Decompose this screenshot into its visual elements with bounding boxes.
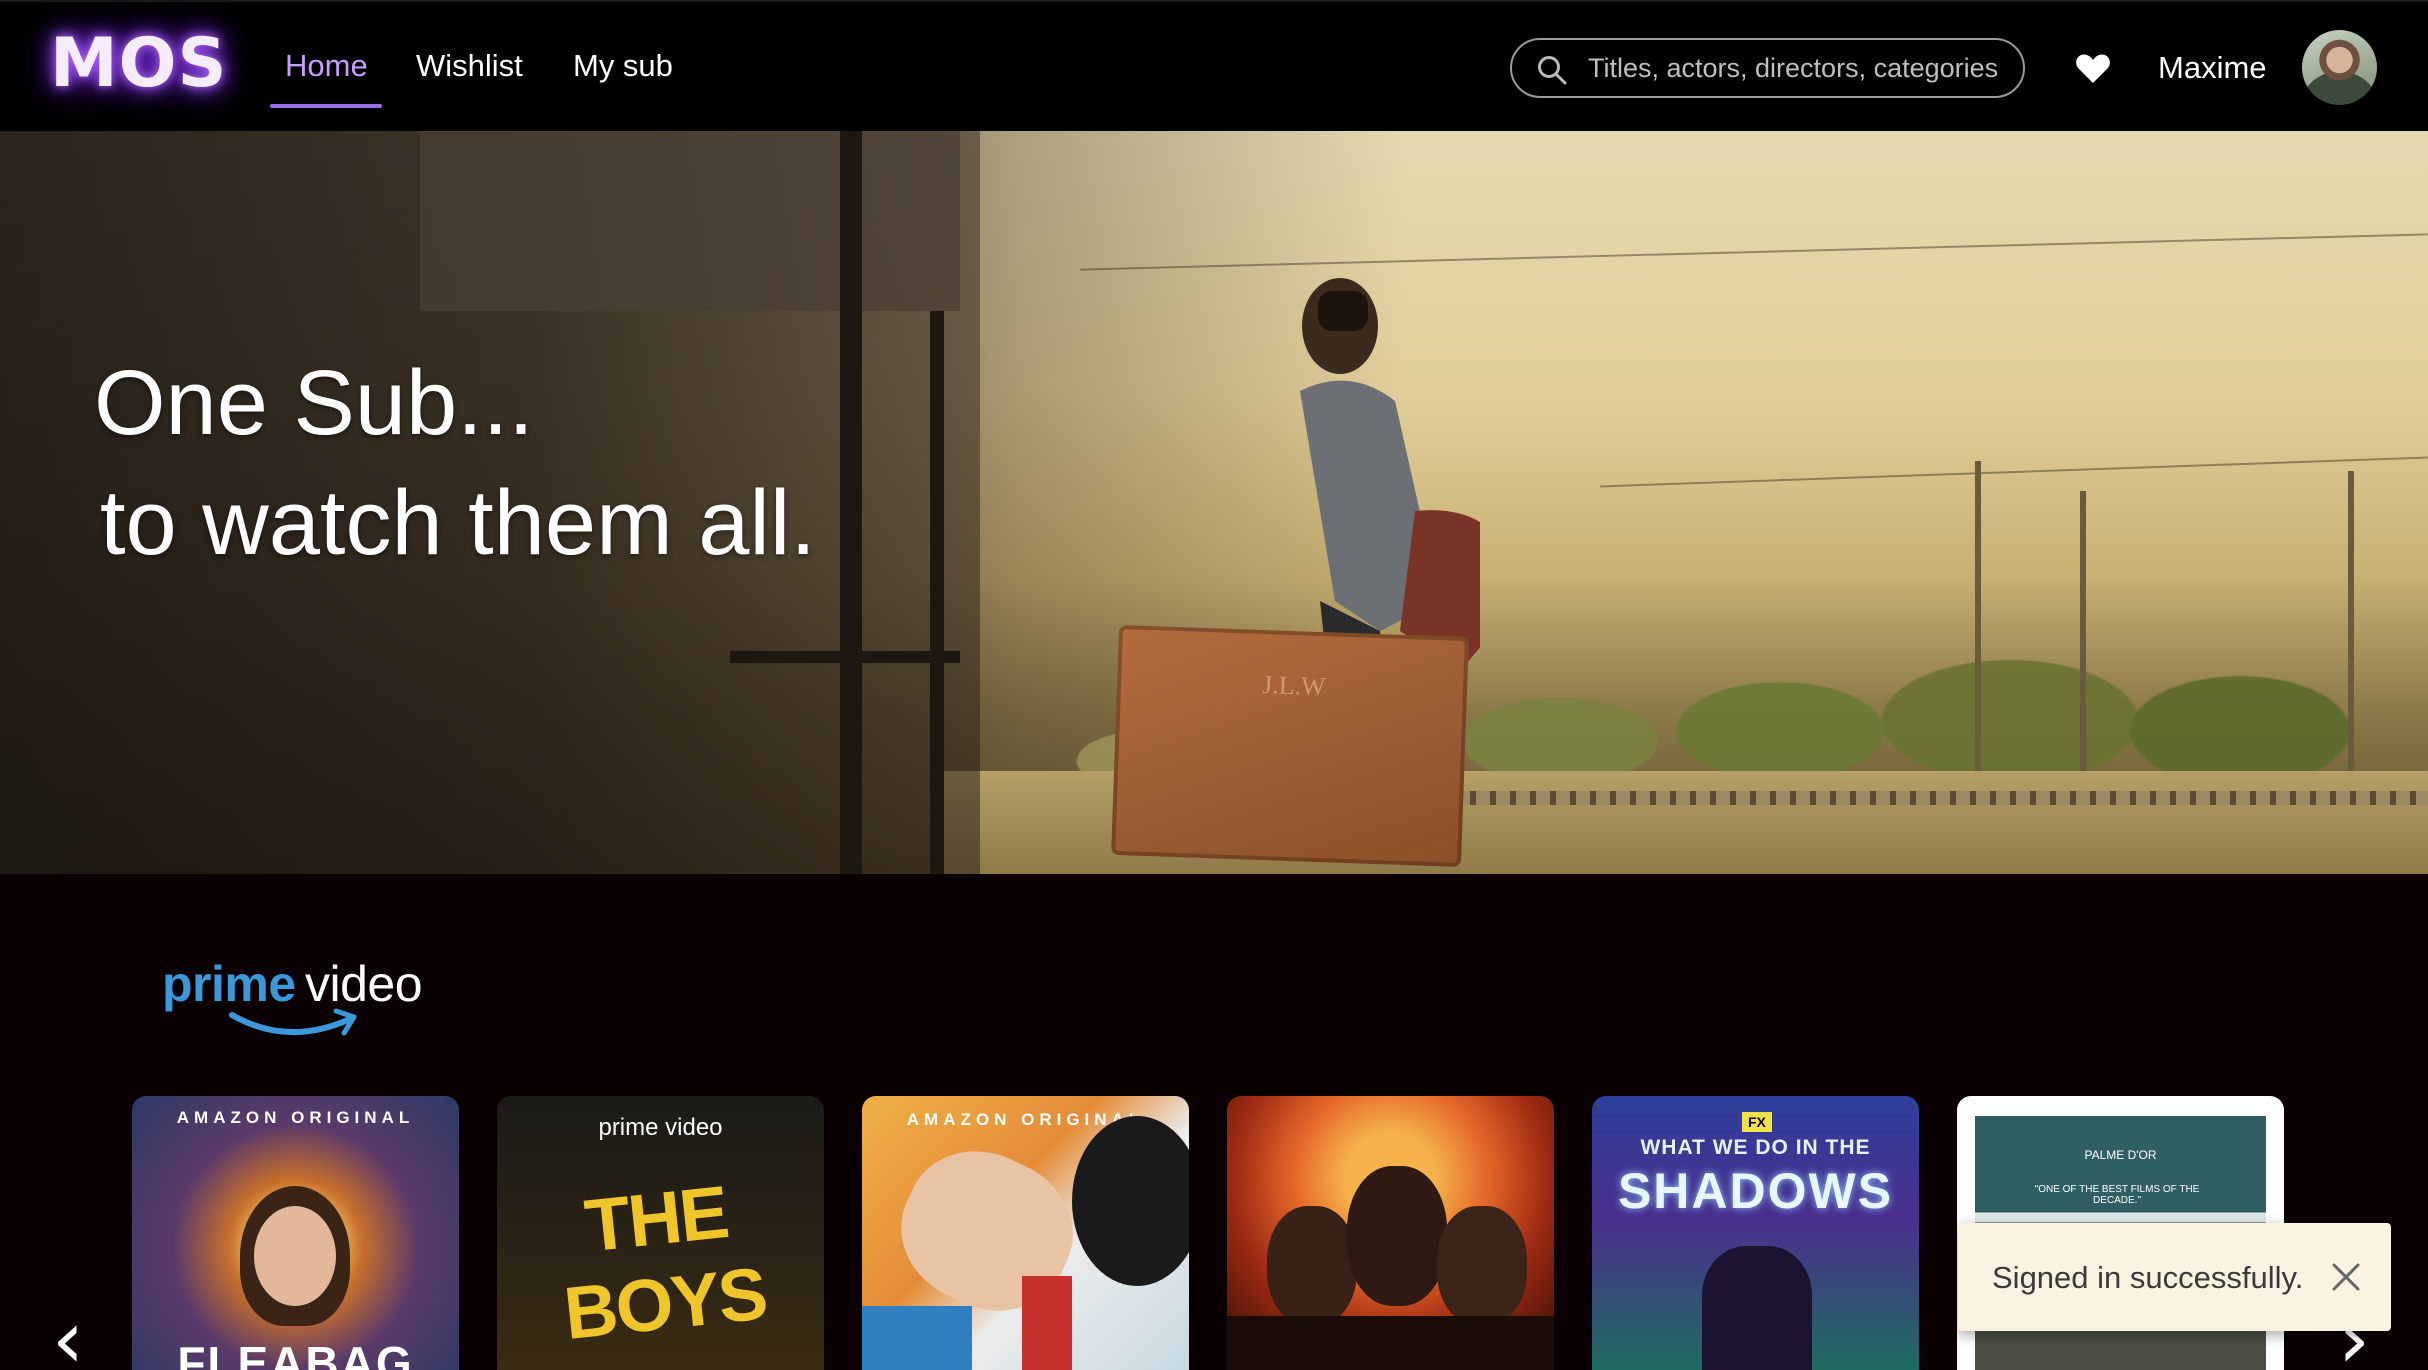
poster-the-boys[interactable]: prime video THE BOYS [497, 1096, 824, 1370]
poster-title: FLEABAG [177, 1337, 414, 1370]
train-roof [420, 131, 960, 311]
poster-costume [862, 1306, 972, 1370]
poster-caption: prime video [598, 1114, 723, 1141]
power-line [1600, 456, 2428, 488]
poster-quote: "ONE OF THE BEST FILMS OF THE DECADE." [2034, 1184, 2200, 1206]
nav-link-my-sub[interactable]: My sub [573, 48, 673, 84]
poster-award: PALME D'OR [2084, 1148, 2157, 1162]
top-navbar: MOS Home Wishlist My sub Maxime [0, 0, 2428, 131]
search-input[interactable] [1588, 40, 2008, 96]
prime-smile-icon [229, 1008, 357, 1036]
train-post [930, 311, 944, 874]
poster-face [254, 1206, 336, 1306]
poster-shadow [1227, 1316, 1554, 1370]
poster-network-badge: FX [1742, 1112, 1772, 1132]
suitcase-monogram: J.L.W [1261, 669, 1327, 702]
utility-pole [1975, 461, 1981, 771]
power-line [1080, 233, 2428, 271]
poster-figure [1022, 1276, 1072, 1370]
train-post [840, 131, 862, 874]
avatar[interactable] [2302, 30, 2377, 105]
hero-banner: J.L.W One Sub... to watch them all. [0, 131, 2428, 874]
poster-face [1437, 1206, 1527, 1326]
poster-atlanta[interactable] [1227, 1096, 1554, 1370]
poster-what-we-do-in-the-shadows[interactable]: FX WHAT WE DO IN THE SHADOWS [1592, 1096, 1919, 1370]
hero-headline-line1: One Sub... [94, 352, 534, 454]
search-box[interactable] [1510, 38, 2025, 98]
train-rail [730, 651, 960, 663]
user-name[interactable]: Maxime [2158, 50, 2267, 86]
suitcase: J.L.W [1111, 624, 1469, 868]
poster-title: THE BOYS [560, 1170, 770, 1356]
heart-icon[interactable] [2075, 52, 2111, 84]
toast-message: Signed in successfully. [1992, 1260, 2304, 1295]
poster-face [1347, 1166, 1447, 1306]
utility-pole [2080, 491, 2086, 771]
nav-link-wishlist[interactable]: Wishlist [416, 48, 523, 84]
poster-figure [1702, 1246, 1812, 1370]
rail-track [1450, 791, 2428, 805]
nav-link-home[interactable]: Home [285, 48, 368, 84]
utility-pole [2348, 471, 2354, 771]
poster-invincible[interactable]: AMAZON ORIGINAL [862, 1096, 1189, 1370]
poster-caption: WHAT WE DO IN THE [1640, 1136, 1871, 1159]
close-icon[interactable] [2328, 1259, 2364, 1295]
poster-caption: AMAZON ORIGINAL [176, 1108, 415, 1127]
carousel-prev-button[interactable]: ‹ [52, 1300, 84, 1370]
search-icon [1538, 56, 1567, 85]
poster-fleabag[interactable]: AMAZON ORIGINAL FLEABAG [132, 1096, 459, 1370]
poster-face [1267, 1206, 1357, 1326]
toast-notification: Signed in successfully. [1958, 1223, 2391, 1331]
hero-headline-line2: to watch them all. [100, 472, 816, 574]
app-logo[interactable]: MOS [50, 24, 227, 103]
nav-active-underline [270, 104, 382, 108]
poster-hair [1072, 1116, 1189, 1286]
poster-title: SHADOWS [1617, 1163, 1894, 1219]
